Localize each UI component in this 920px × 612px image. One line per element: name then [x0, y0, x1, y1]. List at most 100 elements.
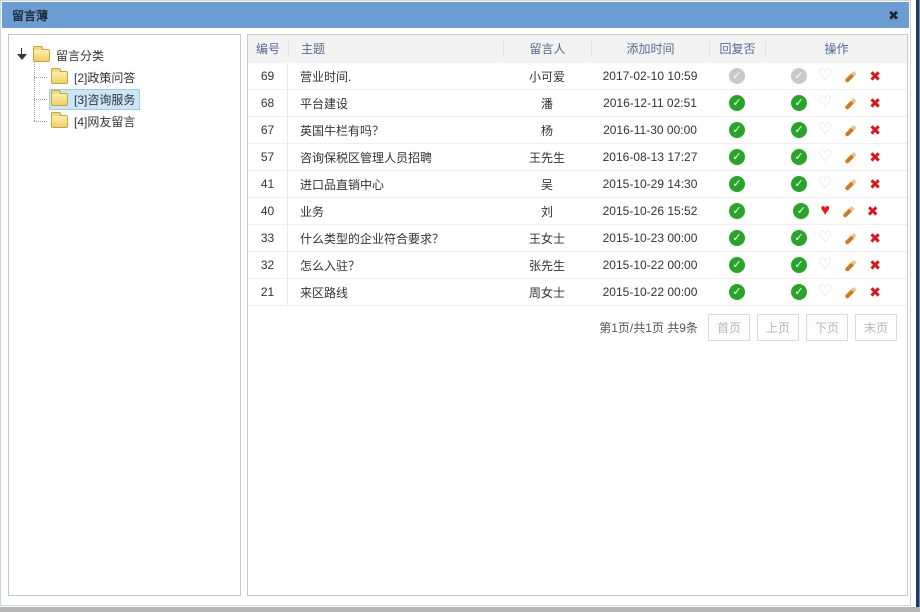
- tree-node-label[interactable]: [2]政策问答: [74, 69, 135, 86]
- row-person: 王女士: [503, 225, 591, 251]
- tree-root-label[interactable]: 留言分类: [56, 47, 104, 64]
- table-body: 69 营业时间. 小可爱 2017-02-10 10:59: [248, 63, 907, 306]
- edit-pencil-icon[interactable]: [841, 204, 856, 219]
- replied-check-icon[interactable]: [729, 68, 745, 84]
- prev-page-button[interactable]: 上页: [757, 314, 799, 341]
- col-header-actions: 操作: [765, 41, 907, 57]
- published-check-icon[interactable]: [791, 149, 807, 165]
- last-page-button[interactable]: 末页: [855, 314, 897, 341]
- favorite-heart-icon[interactable]: [818, 230, 832, 246]
- favorite-heart-icon[interactable]: [820, 203, 830, 219]
- row-time: 2015-10-23 00:00: [591, 225, 709, 251]
- favorite-heart-icon[interactable]: [818, 176, 832, 192]
- edit-pencil-icon[interactable]: [843, 231, 858, 246]
- table-header: 编号 主题 留言人 添加时间 回复否 操作: [248, 35, 907, 63]
- row-time: 2017-02-10 10:59: [591, 63, 709, 89]
- replied-check-icon[interactable]: [729, 122, 745, 138]
- delete-x-icon[interactable]: [867, 204, 879, 218]
- window-right-edge: [913, 0, 920, 612]
- published-check-icon[interactable]: [791, 68, 807, 84]
- col-header-time: 添加时间: [591, 41, 709, 57]
- favorite-heart-icon[interactable]: [818, 95, 832, 111]
- table-row: 21 来区路线 周女士 2015-10-22 00:00: [248, 279, 907, 306]
- edit-pencil-icon[interactable]: [843, 96, 858, 111]
- row-number: 32: [248, 252, 288, 278]
- published-check-icon[interactable]: [793, 203, 809, 219]
- row-time: 2015-10-22 00:00: [591, 279, 709, 305]
- page-background: 留言薄 ✖ 留言分类 [2]政策问答: [0, 0, 920, 612]
- row-number: 33: [248, 225, 288, 251]
- replied-check-icon[interactable]: [729, 284, 745, 300]
- delete-x-icon[interactable]: [869, 258, 881, 272]
- row-number: 68: [248, 90, 288, 116]
- category-tree-panel: 留言分类 [2]政策问答 [3]咨询服务: [8, 34, 241, 596]
- tree-node-policy-qa[interactable]: [2]政策问答: [34, 66, 236, 88]
- window-bottom-edge: [0, 607, 920, 612]
- row-time: 2015-10-22 00:00: [591, 252, 709, 278]
- row-time: 2016-12-11 02:51: [591, 90, 709, 116]
- replied-check-icon[interactable]: [729, 257, 745, 273]
- row-person: 刘: [503, 198, 591, 224]
- table-row: 41 进口品直销中心 吴 2015-10-29 14:30: [248, 171, 907, 198]
- edit-pencil-icon[interactable]: [843, 177, 858, 192]
- replied-check-icon[interactable]: [729, 95, 745, 111]
- edit-pencil-icon[interactable]: [843, 285, 858, 300]
- favorite-heart-icon[interactable]: [818, 68, 832, 84]
- edit-pencil-icon[interactable]: [843, 123, 858, 138]
- row-number: 67: [248, 117, 288, 143]
- row-subject: 业务: [288, 198, 503, 224]
- folder-icon: [51, 93, 68, 106]
- row-number: 41: [248, 171, 288, 197]
- favorite-heart-icon[interactable]: [818, 149, 832, 165]
- col-header-person: 留言人: [503, 41, 591, 57]
- published-check-icon[interactable]: [791, 95, 807, 111]
- tree-root-node[interactable]: 留言分类: [16, 44, 236, 66]
- replied-check-icon[interactable]: [729, 149, 745, 165]
- edit-pencil-icon[interactable]: [843, 69, 858, 84]
- favorite-heart-icon[interactable]: [818, 122, 832, 138]
- table-row: 67 英国牛栏有吗？ 杨 2016-11-30 00:00: [248, 117, 907, 144]
- edit-pencil-icon[interactable]: [843, 258, 858, 273]
- delete-x-icon[interactable]: [869, 150, 881, 164]
- published-check-icon[interactable]: [791, 230, 807, 246]
- col-header-subject: 主题: [288, 41, 503, 57]
- row-subject: 怎么入驻？: [288, 252, 503, 278]
- guestbook-dialog: 留言薄 ✖ 留言分类 [2]政策问答: [0, 0, 911, 606]
- row-subject: 平台建设: [288, 90, 503, 116]
- next-page-button[interactable]: 下页: [806, 314, 848, 341]
- pagination-summary: 第1页/共1页 共9条: [599, 319, 698, 336]
- tree-node-consult-service[interactable]: [3]咨询服务: [34, 88, 236, 110]
- published-check-icon[interactable]: [791, 257, 807, 273]
- replied-check-icon[interactable]: [729, 176, 745, 192]
- delete-x-icon[interactable]: [869, 69, 881, 83]
- row-subject: 英国牛栏有吗？: [288, 117, 503, 143]
- tree-node-label-selected[interactable]: [3]咨询服务: [74, 91, 135, 108]
- replied-check-icon[interactable]: [729, 230, 745, 246]
- close-icon[interactable]: ✖: [888, 9, 899, 22]
- row-person: 周女士: [503, 279, 591, 305]
- published-check-icon[interactable]: [791, 122, 807, 138]
- favorite-heart-icon[interactable]: [818, 257, 832, 273]
- replied-check-icon[interactable]: [729, 203, 745, 219]
- tree-children: [2]政策问答 [3]咨询服务 [4]网友留言: [34, 66, 236, 132]
- collapse-arrow-icon[interactable]: [16, 48, 28, 63]
- row-time: 2015-10-29 14:30: [591, 171, 709, 197]
- delete-x-icon[interactable]: [869, 231, 881, 245]
- folder-icon: [51, 71, 68, 84]
- first-page-button[interactable]: 首页: [708, 314, 750, 341]
- row-number: 21: [248, 279, 288, 305]
- row-subject: 来区路线: [288, 279, 503, 305]
- edit-pencil-icon[interactable]: [843, 150, 858, 165]
- delete-x-icon[interactable]: [869, 123, 881, 137]
- favorite-heart-icon[interactable]: [818, 284, 832, 300]
- tree-node-label[interactable]: [4]网友留言: [74, 113, 135, 130]
- delete-x-icon[interactable]: [869, 285, 881, 299]
- page-title: 留言薄: [12, 7, 48, 24]
- published-check-icon[interactable]: [791, 176, 807, 192]
- delete-x-icon[interactable]: [869, 96, 881, 110]
- tree-node-visitor-messages[interactable]: [4]网友留言: [34, 110, 236, 132]
- delete-x-icon[interactable]: [869, 177, 881, 191]
- published-check-icon[interactable]: [791, 284, 807, 300]
- row-person: 小可爱: [503, 63, 591, 89]
- row-time: 2015-10-26 15:52: [591, 198, 709, 224]
